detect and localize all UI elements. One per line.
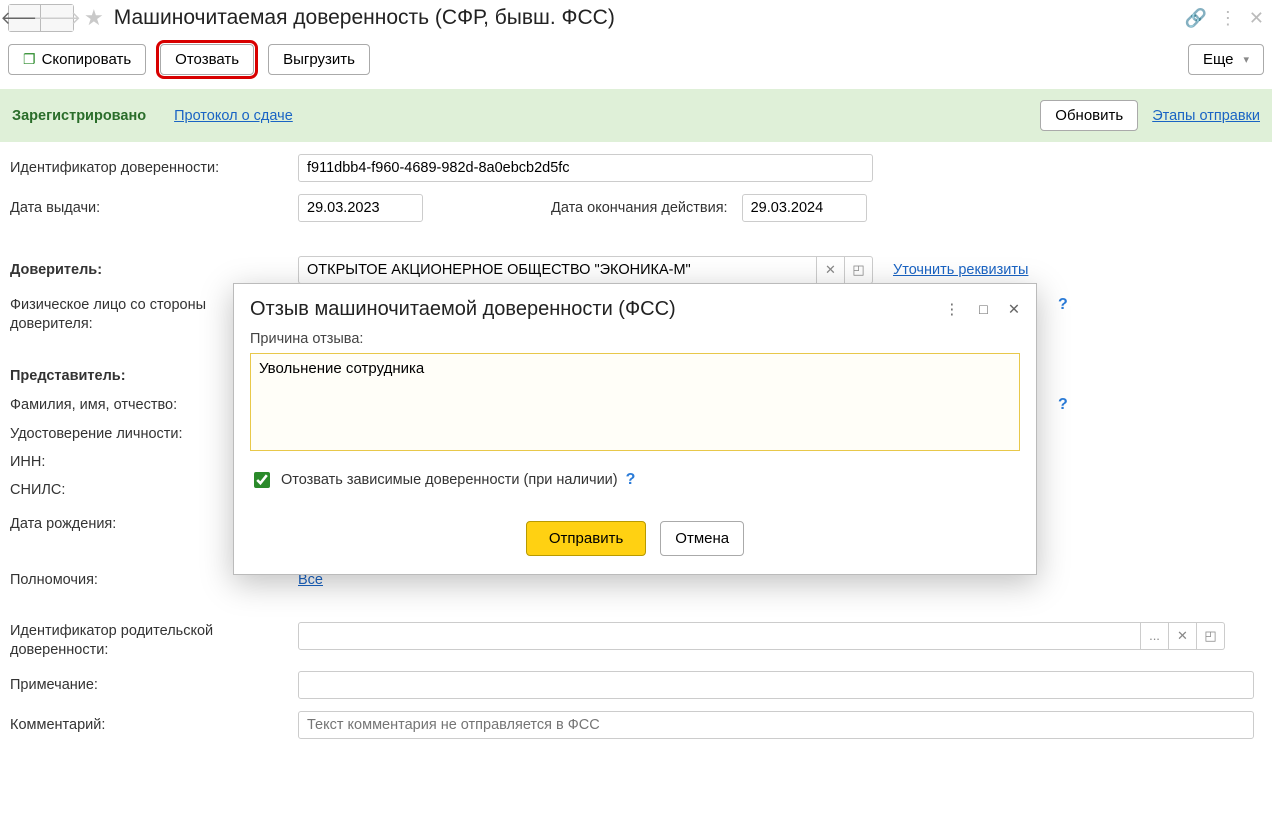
revoke-button-label: Отозвать bbox=[175, 51, 239, 68]
end-date-label: Дата окончания действия: bbox=[551, 200, 728, 216]
close-icon[interactable]: ✕ bbox=[1249, 8, 1264, 29]
cancel-button-label: Отмена bbox=[675, 530, 729, 547]
revoke-modal: Отзыв машиночитаемой доверенности (ФСС) … bbox=[233, 283, 1037, 575]
dependent-label: Отозвать зависимые доверенности (при нал… bbox=[281, 472, 618, 488]
principal-label: Доверитель: bbox=[10, 262, 290, 278]
issue-date-label: Дата выдачи: bbox=[10, 200, 290, 216]
parent-id-label: Идентификатор родительской доверенности: bbox=[10, 622, 290, 660]
kebab-icon[interactable]: ⋮ bbox=[1219, 8, 1237, 29]
export-button-label: Выгрузить bbox=[283, 51, 355, 68]
copy-button[interactable]: ❐ Скопировать bbox=[8, 44, 146, 75]
send-button-label: Отправить bbox=[549, 530, 623, 547]
end-date-input[interactable] bbox=[742, 194, 867, 222]
open-icon[interactable]: ◰ bbox=[845, 256, 873, 284]
note-input[interactable] bbox=[298, 671, 1254, 699]
comment-input[interactable] bbox=[298, 711, 1254, 739]
principal-input[interactable] bbox=[298, 256, 817, 284]
parent-id-input[interactable] bbox=[298, 622, 1141, 650]
status-bar: Зарегистрировано Протокол о сдаче Обнови… bbox=[0, 89, 1272, 142]
clear-icon[interactable]: ✕ bbox=[817, 256, 845, 284]
close-icon[interactable]: ✕ bbox=[1008, 302, 1020, 318]
ellipsis-icon[interactable]: ... bbox=[1141, 622, 1169, 650]
help-icon[interactable]: ? bbox=[1058, 396, 1068, 414]
window-header: 🡐 🡒 ★ Машиночитаемая доверенность (СФР, … bbox=[0, 0, 1272, 36]
help-icon[interactable]: ? bbox=[1058, 296, 1068, 314]
modal-title: Отзыв машиночитаемой доверенности (ФСС) bbox=[250, 298, 945, 321]
maximize-icon[interactable]: □ bbox=[979, 302, 988, 318]
copy-button-label: Скопировать bbox=[42, 51, 132, 68]
revoke-button[interactable]: Отозвать bbox=[160, 44, 254, 75]
open-icon[interactable]: ◰ bbox=[1197, 622, 1225, 650]
link-icon[interactable]: 🔗 bbox=[1184, 8, 1206, 29]
reason-textarea[interactable] bbox=[250, 353, 1020, 451]
help-icon[interactable]: ? bbox=[626, 471, 636, 489]
kebab-icon[interactable]: ⋮ bbox=[945, 302, 960, 318]
refresh-button-label: Обновить bbox=[1055, 107, 1123, 124]
status-text: Зарегистрировано bbox=[12, 108, 146, 124]
send-button[interactable]: Отправить bbox=[526, 521, 646, 556]
more-button[interactable]: Еще bbox=[1188, 44, 1264, 75]
page-title: Машиночитаемая доверенность (СФР, бывш. … bbox=[114, 6, 1181, 30]
id-input[interactable] bbox=[298, 154, 873, 182]
dependent-checkbox[interactable] bbox=[254, 472, 270, 488]
note-label: Примечание: bbox=[10, 677, 290, 693]
export-button[interactable]: Выгрузить bbox=[268, 44, 370, 75]
nav-buttons: 🡐 🡒 bbox=[8, 4, 74, 32]
refresh-button[interactable]: Обновить bbox=[1040, 100, 1138, 131]
forward-button[interactable]: 🡒 bbox=[41, 5, 73, 31]
id-label: Идентификатор доверенности: bbox=[10, 160, 290, 176]
copy-icon: ❐ bbox=[23, 51, 36, 68]
clarify-link[interactable]: Уточнить реквизиты bbox=[893, 262, 1028, 278]
cancel-button[interactable]: Отмена bbox=[660, 521, 744, 556]
favorite-icon[interactable]: ★ bbox=[84, 5, 104, 31]
comment-label: Комментарий: bbox=[10, 717, 290, 733]
more-button-label: Еще bbox=[1203, 51, 1234, 68]
toolbar: ❐ Скопировать Отозвать Выгрузить Еще bbox=[0, 36, 1272, 89]
modal-header: Отзыв машиночитаемой доверенности (ФСС) … bbox=[234, 284, 1036, 325]
protocol-link[interactable]: Протокол о сдаче bbox=[174, 108, 293, 124]
reason-label: Причина отзыва: bbox=[250, 331, 1020, 347]
clear-icon[interactable]: ✕ bbox=[1169, 622, 1197, 650]
issue-date-input[interactable] bbox=[298, 194, 423, 222]
stages-link[interactable]: Этапы отправки bbox=[1152, 108, 1260, 124]
